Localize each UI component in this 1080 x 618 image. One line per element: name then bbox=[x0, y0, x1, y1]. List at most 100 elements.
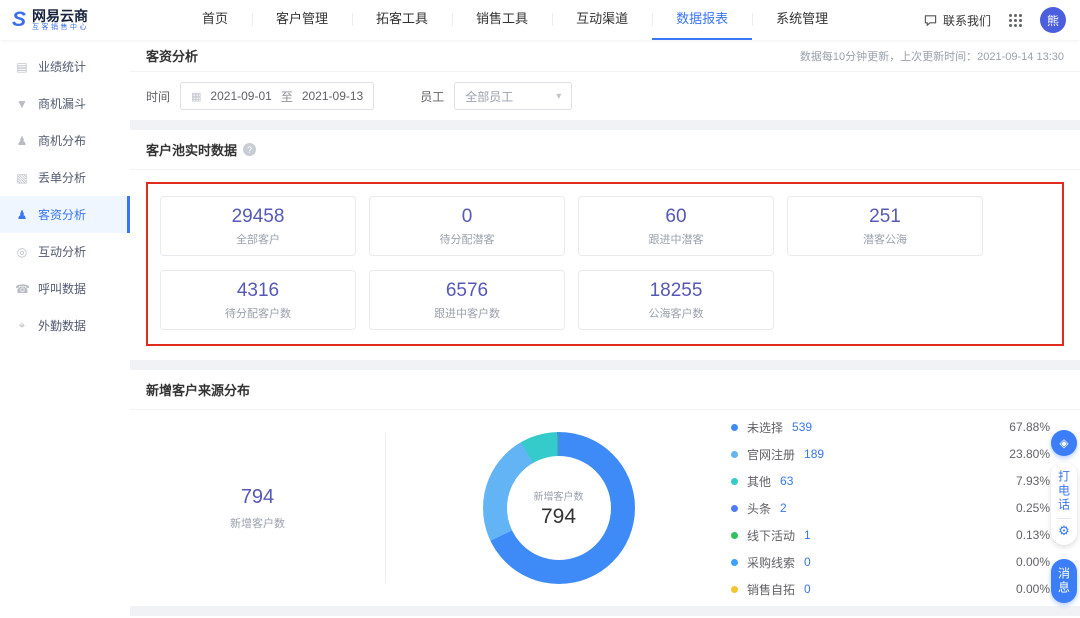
stat-value: 251 bbox=[869, 206, 901, 228]
stat-label: 跟进中潜客 bbox=[649, 231, 704, 247]
donut-center-label: 新增客户数 bbox=[534, 488, 584, 503]
logo-icon: S bbox=[12, 9, 26, 30]
date-start-value: 2021-09-01 bbox=[210, 89, 271, 103]
sidebar-item-label: 互动分析 bbox=[38, 243, 86, 260]
sidebar-item-opportunity-funnel[interactable]: ▼ 商机漏斗 bbox=[0, 85, 130, 122]
page-header: 客资分析 数据每10分钟更新，上次更新时间：2021-09-14 13:30 bbox=[130, 40, 1080, 72]
stat-label: 待分配客户数 bbox=[225, 305, 291, 321]
date-range-picker[interactable]: ▦ 2021-09-01 至 2021-09-13 bbox=[180, 82, 374, 110]
legend-percent: 23.80% bbox=[1009, 447, 1050, 461]
nav-item-sales-tools[interactable]: 销售工具 bbox=[452, 0, 552, 40]
message-label: 消息 bbox=[1056, 567, 1073, 595]
stat-card-public-pool-customers[interactable]: 18255 公海客户数 bbox=[578, 270, 774, 330]
nav-item-home[interactable]: 首页 bbox=[178, 0, 252, 40]
donut-center-value: 794 bbox=[541, 505, 576, 529]
legend-dot bbox=[731, 478, 738, 485]
message-button[interactable]: 消息 bbox=[1051, 559, 1077, 603]
legend-item[interactable]: 其他 63 7.93% bbox=[731, 468, 1050, 495]
stat-label: 待分配潜客 bbox=[440, 231, 495, 247]
nav-item-prospecting-tools[interactable]: 拓客工具 bbox=[352, 0, 452, 40]
stat-label: 公海客户数 bbox=[649, 305, 704, 321]
stat-card-all-customers[interactable]: 29458 全部客户 bbox=[160, 196, 356, 256]
legend-item[interactable]: 头条 2 0.25% bbox=[731, 495, 1050, 522]
stat-card-unassigned-customers[interactable]: 4316 待分配客户数 bbox=[160, 270, 356, 330]
sidebar-item-call-data[interactable]: ☎ 呼叫数据 bbox=[0, 270, 130, 307]
stat-card-following-customers[interactable]: 6576 跟进中客户数 bbox=[369, 270, 565, 330]
service-widget-button[interactable]: ◈ bbox=[1051, 430, 1077, 456]
stat-card-grid: 29458 全部客户 0 待分配潜客 60 跟进中潜客 251 潜客公海 bbox=[160, 196, 1050, 330]
apps-grid-icon[interactable] bbox=[1009, 14, 1022, 27]
staff-filter-label: 员工 bbox=[420, 88, 444, 105]
chart-icon: ▤ bbox=[15, 60, 29, 74]
app-logo[interactable]: S 网易云商 互客销售中心 bbox=[0, 8, 150, 32]
legend-dot bbox=[731, 559, 738, 566]
service-icon: ◈ bbox=[1059, 436, 1068, 450]
sidebar-item-label: 外勤数据 bbox=[38, 317, 86, 334]
make-call-label: 打电话 bbox=[1056, 470, 1073, 512]
contact-us-button[interactable]: 联系我们 bbox=[924, 12, 991, 29]
sidebar-item-label: 客资分析 bbox=[38, 206, 86, 223]
phone-icon: ☎ bbox=[15, 282, 29, 296]
legend-item[interactable]: 采购线索 0 0.00% bbox=[731, 549, 1050, 576]
nav-item-customer-mgmt[interactable]: 客户管理 bbox=[252, 0, 352, 40]
stat-card-lead-pool[interactable]: 251 潜客公海 bbox=[787, 196, 983, 256]
source-section-title: 新增客户来源分布 bbox=[146, 380, 250, 399]
location-icon: ⌖ bbox=[15, 318, 29, 333]
donut-center: 新增客户数 794 bbox=[507, 456, 611, 560]
update-note: 数据每10分钟更新，上次更新时间：2021-09-14 13:30 bbox=[800, 48, 1064, 64]
sidebar-item-interaction-analysis[interactable]: ◎ 互动分析 bbox=[0, 233, 130, 270]
contact-us-label: 联系我们 bbox=[943, 12, 991, 29]
total-value: 794 bbox=[130, 486, 385, 509]
chevron-down-icon: ▾ bbox=[556, 91, 561, 102]
legend-value: 189 bbox=[804, 447, 824, 461]
date-range-separator: 至 bbox=[281, 88, 293, 105]
target-icon: ◎ bbox=[15, 245, 29, 259]
legend-percent: 0.13% bbox=[1016, 528, 1050, 542]
legend-label: 销售自拓 bbox=[747, 581, 795, 598]
stat-value: 0 bbox=[462, 206, 473, 228]
legend-value: 63 bbox=[780, 474, 793, 488]
stat-label: 潜客公海 bbox=[863, 231, 907, 247]
legend-item[interactable]: 未选择 539 67.88% bbox=[731, 414, 1050, 441]
stat-card-unassigned-leads[interactable]: 0 待分配潜客 bbox=[369, 196, 565, 256]
stat-card-following-leads[interactable]: 60 跟进中潜客 bbox=[578, 196, 774, 256]
legend-label: 官网注册 bbox=[747, 446, 795, 463]
nav-item-channels[interactable]: 互动渠道 bbox=[552, 0, 652, 40]
make-call-button[interactable]: 打电话 ⚙ bbox=[1051, 462, 1077, 545]
staff-select[interactable]: 全部员工 ▾ bbox=[454, 82, 572, 110]
new-customer-source-card: 新增客户来源分布 794 新增客户数 新增客户数 794 未选择 bbox=[130, 370, 1080, 606]
legend-item[interactable]: 官网注册 189 23.80% bbox=[731, 441, 1050, 468]
main-content: 客资分析 数据每10分钟更新，上次更新时间：2021-09-14 13:30 时… bbox=[130, 40, 1080, 618]
legend-percent: 7.93% bbox=[1016, 474, 1050, 488]
stat-value: 18255 bbox=[650, 280, 703, 302]
chat-icon bbox=[924, 14, 937, 27]
nav-item-system-mgmt[interactable]: 系统管理 bbox=[752, 0, 852, 40]
legend-percent: 67.88% bbox=[1009, 420, 1050, 434]
legend-label: 线下活动 bbox=[747, 527, 795, 544]
user-avatar[interactable]: 熊 bbox=[1040, 7, 1066, 33]
person-icon: ♟ bbox=[15, 134, 29, 148]
sidebar-item-field-data[interactable]: ⌖ 外勤数据 bbox=[0, 307, 130, 344]
stat-value: 60 bbox=[665, 206, 686, 228]
sidebar-item-lost-order-analysis[interactable]: ▧ 丢单分析 bbox=[0, 159, 130, 196]
filter-bar: 时间 ▦ 2021-09-01 至 2021-09-13 员工 全部员工 ▾ bbox=[130, 72, 1080, 120]
donut-chart[interactable]: 新增客户数 794 bbox=[483, 432, 635, 584]
total-label: 新增客户数 bbox=[130, 515, 385, 531]
legend-value: 1 bbox=[804, 528, 811, 542]
stat-value: 29458 bbox=[232, 206, 285, 228]
legend-label: 头条 bbox=[747, 500, 771, 517]
chart-legend: 未选择 539 67.88% 官网注册 189 23.80% 其他 63 7.9… bbox=[731, 414, 1080, 603]
legend-item[interactable]: 线下活动 1 0.13% bbox=[731, 522, 1050, 549]
legend-value: 0 bbox=[804, 582, 811, 596]
legend-dot bbox=[731, 451, 738, 458]
sidebar-item-label: 商机漏斗 bbox=[38, 95, 86, 112]
sidebar: ▤ 业绩统计 ▼ 商机漏斗 ♟ 商机分布 ▧ 丢单分析 ♟ 客资分析 ◎ 互动分… bbox=[0, 40, 130, 618]
page-title: 客资分析 bbox=[146, 46, 198, 65]
info-icon[interactable]: ? bbox=[243, 143, 256, 156]
sidebar-item-customer-analysis[interactable]: ♟ 客资分析 bbox=[0, 196, 130, 233]
sidebar-item-performance-stats[interactable]: ▤ 业绩统计 bbox=[0, 48, 130, 85]
legend-item[interactable]: 销售自拓 0 0.00% bbox=[731, 576, 1050, 603]
sidebar-item-opportunity-distribution[interactable]: ♟ 商机分布 bbox=[0, 122, 130, 159]
document-icon: ▧ bbox=[15, 171, 29, 185]
nav-item-data-reports[interactable]: 数据报表 bbox=[652, 0, 752, 40]
